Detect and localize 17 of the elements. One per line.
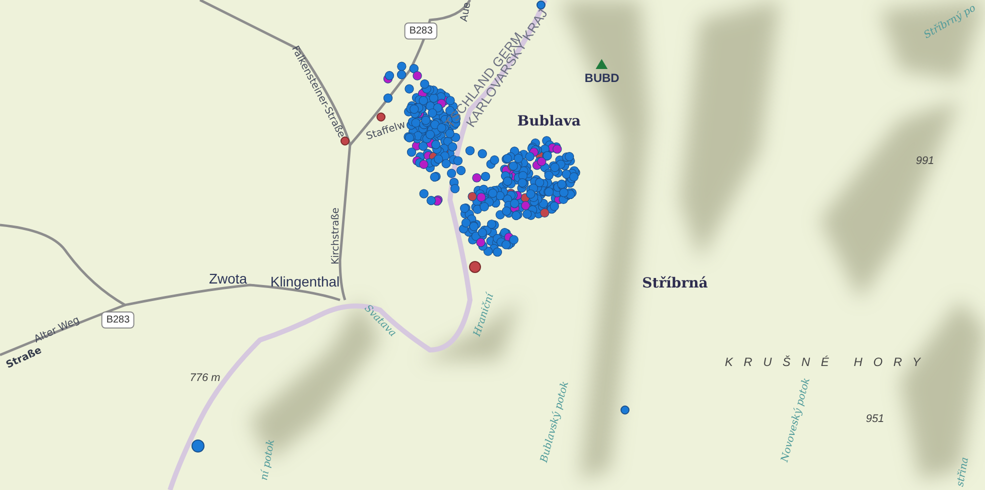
map-label: 951 bbox=[866, 412, 884, 427]
map-label: Stříbrná bbox=[642, 274, 708, 294]
map-label: KRUŠNÉ HORY bbox=[724, 354, 932, 371]
topographic-map[interactable] bbox=[0, 0, 985, 490]
triangle-icon bbox=[596, 59, 608, 69]
map-label: BUBD bbox=[584, 70, 620, 87]
map-label: Kirchstraße bbox=[330, 208, 342, 264]
map-label: Alter Weg bbox=[32, 314, 82, 348]
road-shield: B283 bbox=[404, 22, 438, 40]
map-label: Klingenthal bbox=[270, 272, 340, 292]
map-label: Aue bbox=[458, 1, 474, 23]
map-label: Zwota bbox=[208, 270, 248, 288]
map-label: 776 m bbox=[190, 370, 220, 386]
map-label: střina bbox=[954, 456, 972, 488]
road-shield: B283 bbox=[101, 312, 135, 328]
map-label: 991 bbox=[916, 154, 934, 169]
map-label: ní potok bbox=[258, 438, 278, 482]
